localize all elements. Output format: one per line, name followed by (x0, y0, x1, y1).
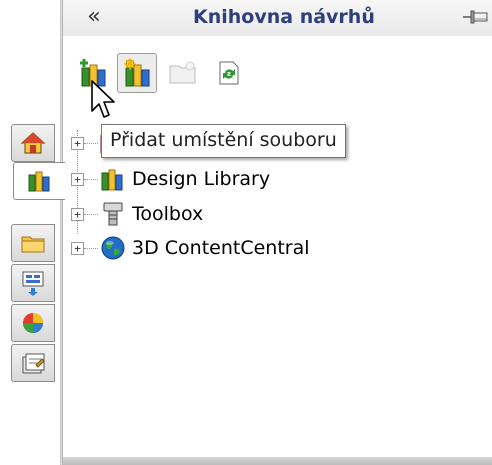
tree-item-label: 3D ContentCentral (132, 237, 310, 259)
tree-item-3d-contentcentral[interactable]: + 3D ContentCentral (71, 231, 310, 265)
tab-appearances[interactable] (11, 304, 55, 342)
task-pane-tabs (0, 0, 65, 465)
tree-item-design-library[interactable]: + Design Library (71, 162, 270, 196)
tree-branch (84, 178, 98, 180)
globe-icon (101, 236, 125, 260)
tree-expander[interactable]: + (71, 241, 84, 255)
custom-properties-icon (22, 353, 45, 374)
panel-bottom-edge (63, 457, 492, 465)
tab-custom-properties[interactable] (11, 344, 55, 382)
tree-item-icon (98, 199, 128, 229)
tree-item-toolbox[interactable]: + Toolbox (71, 197, 203, 231)
tree-branch (84, 142, 98, 144)
tree-expander[interactable]: + (71, 172, 84, 186)
tooltip: Přidat umístění souboru (101, 124, 346, 158)
tree-branch (84, 247, 98, 249)
tree-item-label: Toolbox (132, 203, 204, 225)
toolbox-icon (103, 202, 123, 226)
tree-item-icon (98, 233, 128, 263)
new-folder-button[interactable] (163, 53, 203, 93)
collapse-button[interactable]: « (81, 4, 107, 30)
panel-header: « Knihovna návrhů (63, 0, 492, 36)
new-folder-icon (169, 61, 196, 84)
design-library-icon (28, 171, 49, 192)
refresh-icon (219, 61, 239, 85)
view-palette-icon (22, 271, 44, 296)
tab-design-library[interactable] (13, 162, 65, 200)
design-library-icon (101, 169, 123, 191)
tab-view-palette[interactable] (11, 264, 55, 302)
panel-title: Knihovna návrhů (193, 6, 375, 28)
refresh-button[interactable] (209, 53, 249, 93)
design-library-panel: « Knihovna návrhů + + Design Library + T… (63, 0, 492, 465)
appearances-icon (23, 313, 43, 333)
tree-item-icon (98, 164, 128, 194)
tree-expander[interactable]: + (71, 207, 84, 221)
library-toolbar (63, 36, 492, 108)
tree-expander[interactable]: + (71, 136, 84, 150)
home-icon (20, 132, 46, 154)
add-file-location-button[interactable] (117, 53, 157, 93)
add-file-location-icon (124, 58, 150, 87)
tree-item-label: Design Library (132, 168, 271, 190)
tree-branch (84, 213, 98, 215)
tab-home[interactable] (11, 124, 55, 162)
folder-icon (21, 236, 45, 253)
tab-file-explorer[interactable] (11, 224, 55, 262)
pin-icon[interactable] (463, 9, 489, 25)
mouse-cursor-icon (91, 80, 115, 118)
